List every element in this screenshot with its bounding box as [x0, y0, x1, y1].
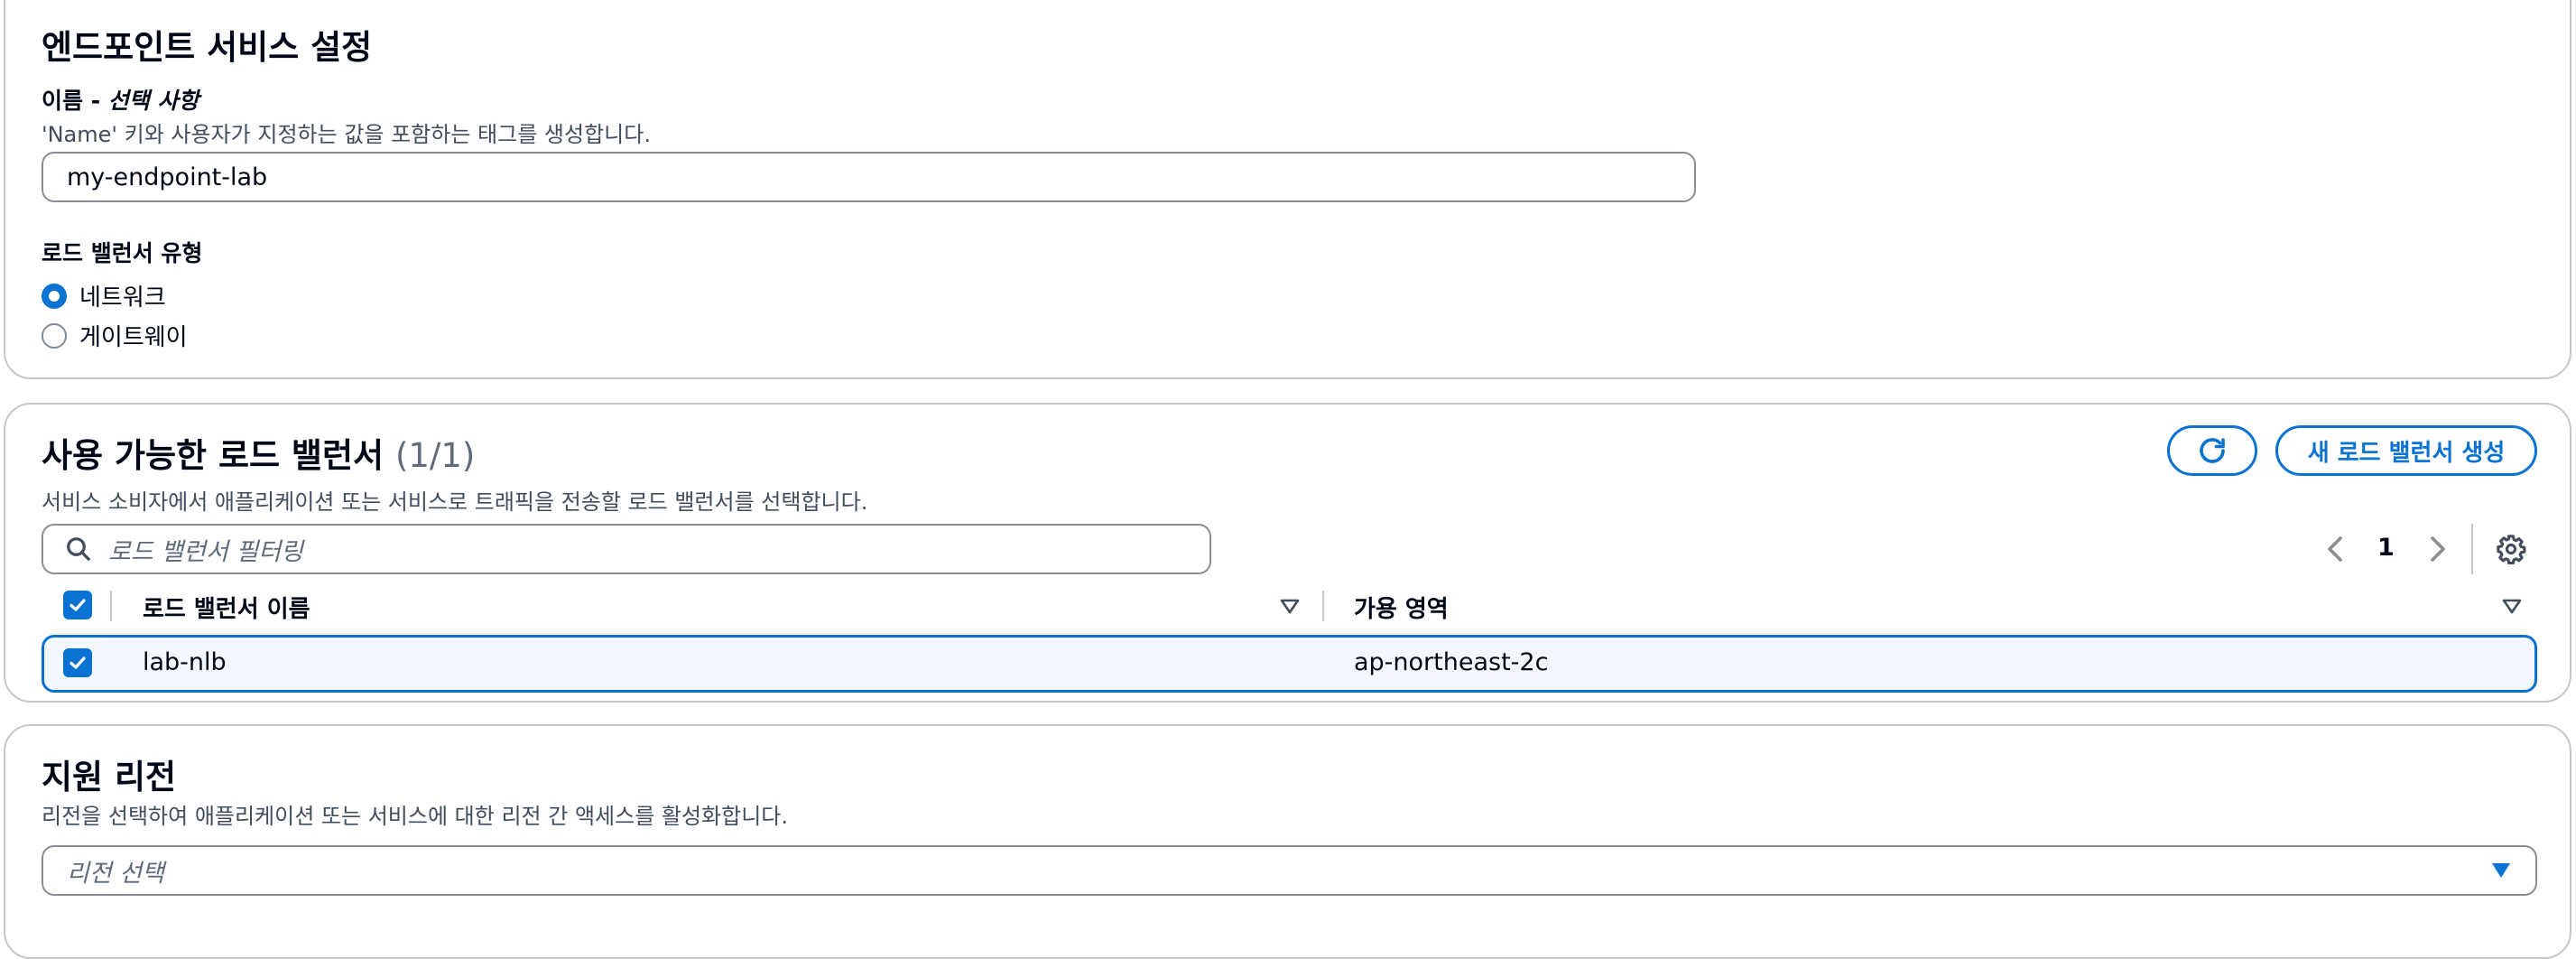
pagination-prev-icon[interactable]	[2321, 533, 2349, 565]
lb-type-radio-network[interactable]: 네트워크	[42, 279, 166, 312]
name-description: 'Name' 키와 사용자가 지정하는 값을 포함하는 태그를 생성합니다.	[42, 122, 651, 147]
caret-down-icon	[2490, 861, 2512, 880]
column-header-lb-name[interactable]: 로드 밸런서 이름	[143, 591, 310, 624]
checkmark-icon	[69, 656, 86, 669]
column-header-az[interactable]: 가용 영역	[1354, 591, 1449, 624]
endpoint-settings-title: 엔드포인트 서비스 설정	[42, 28, 373, 67]
refresh-button[interactable]	[2167, 425, 2257, 476]
lb-filter-input[interactable]: 로드 밸런서 필터링	[42, 524, 1211, 574]
name-label: 이름 - 선택 사항	[42, 83, 199, 116]
lb-filter-placeholder: 로드 밸런서 필터링	[108, 537, 303, 566]
row-checkbox[interactable]	[63, 648, 92, 677]
name-label-text: 이름 -	[42, 88, 108, 114]
available-lbs-count: (1/1)	[394, 436, 476, 475]
settings-gear-icon[interactable]	[2493, 531, 2529, 567]
radio-unselected-icon[interactable]	[42, 322, 67, 349]
search-icon	[65, 535, 92, 563]
radio-selected-icon[interactable]	[42, 283, 67, 309]
supported-regions-title: 지원 리전	[42, 758, 177, 796]
name-input-value: my-endpoint-lab	[67, 163, 268, 191]
pagination-divider	[2471, 524, 2473, 574]
refresh-icon	[2196, 434, 2229, 467]
supported-regions-description: 리전을 선택하여 애플리케이션 또는 서비스에 대한 리전 간 액세스를 활성화…	[42, 804, 789, 829]
available-lbs-title: 사용 가능한 로드 밸런서 (1/1)	[42, 428, 475, 477]
name-input[interactable]: my-endpoint-lab	[42, 152, 1696, 202]
region-select[interactable]: 리전 선택	[42, 845, 2537, 896]
pagination-next-icon[interactable]	[2424, 533, 2451, 565]
available-lbs-title-text: 사용 가능한 로드 밸런서	[42, 436, 385, 475]
pagination-page-number[interactable]: 1	[2377, 534, 2395, 562]
cell-lb-name: lab-nlb	[143, 648, 227, 676]
region-select-placeholder: 리전 선택	[67, 859, 164, 888]
header-divider	[1322, 591, 1324, 621]
lb-type-label: 로드 밸런서 유형	[42, 240, 203, 266]
supported-regions-panel	[4, 724, 2571, 959]
create-load-balancer-button[interactable]: 새 로드 밸런서 생성	[2275, 425, 2537, 476]
select-all-checkbox[interactable]	[63, 591, 92, 619]
name-label-optional: 선택 사항	[107, 88, 199, 114]
sort-descending-icon[interactable]	[2500, 596, 2524, 618]
available-lbs-description: 서비스 소비자에서 애플리케이션 또는 서비스로 트래픽을 전송할 로드 밸런서…	[42, 489, 868, 515]
sort-descending-icon[interactable]	[1278, 596, 1302, 618]
lb-type-gateway-label: 게이트웨이	[79, 324, 188, 351]
cell-az: ap-northeast-2c	[1354, 648, 1549, 676]
lb-type-network-label: 네트워크	[79, 284, 166, 312]
lb-type-radio-gateway[interactable]: 게이트웨이	[42, 319, 188, 352]
table-row[interactable]	[42, 635, 2537, 693]
checkmark-icon	[69, 599, 86, 611]
header-divider	[110, 591, 112, 621]
